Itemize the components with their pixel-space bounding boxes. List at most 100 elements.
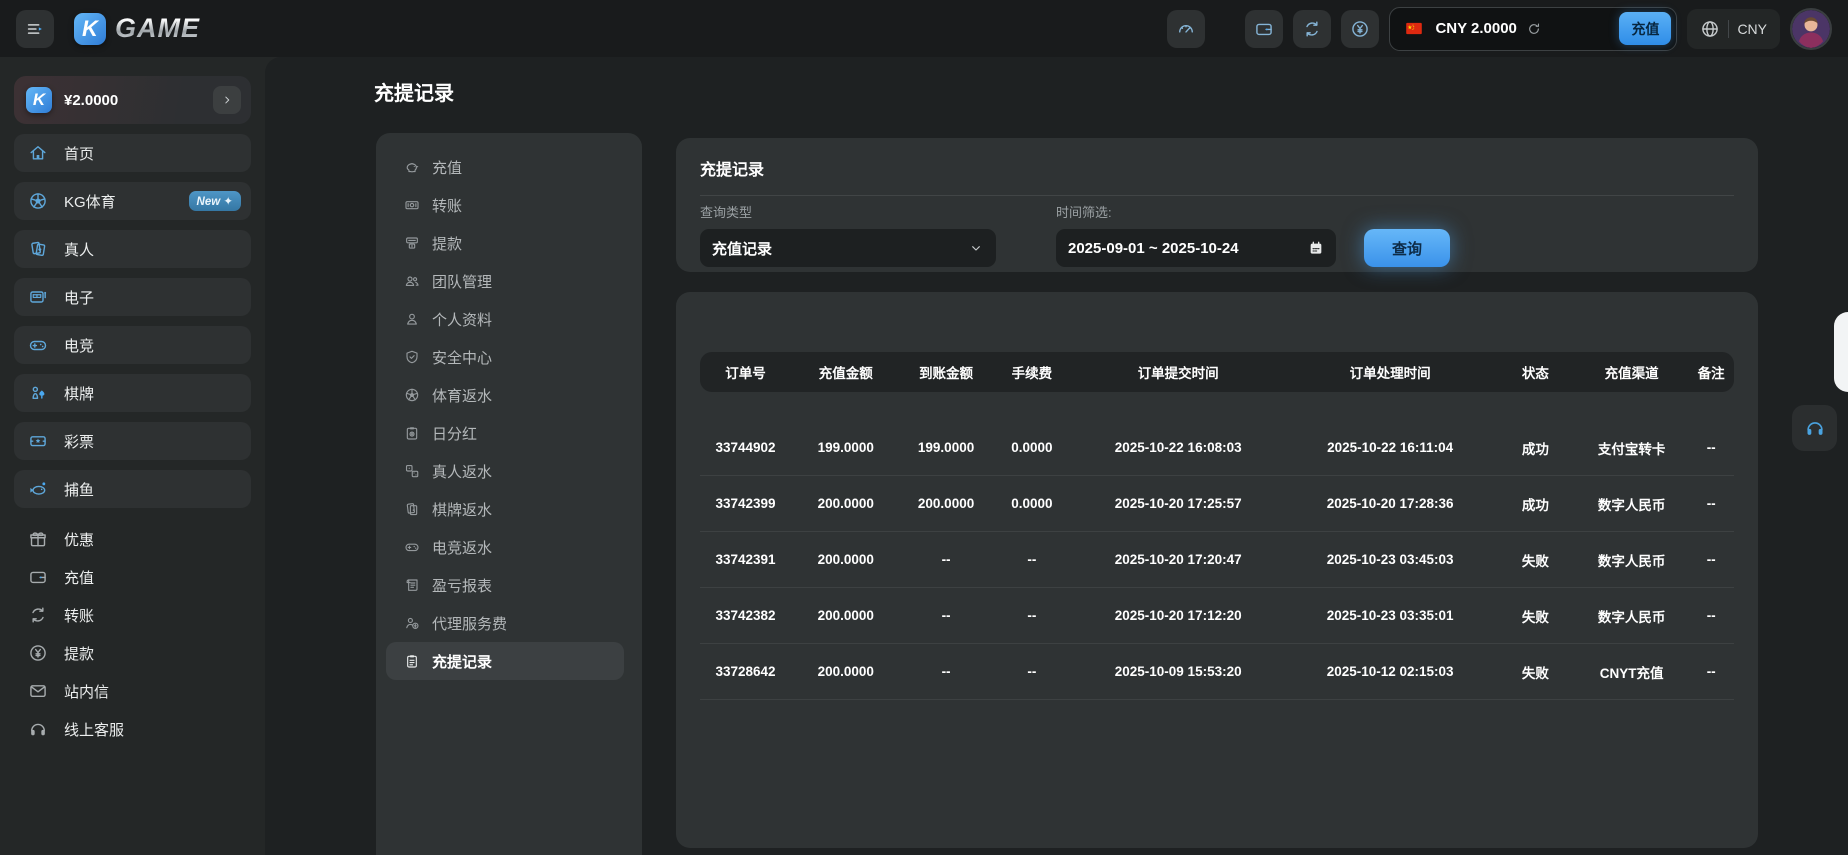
account-menu-item-security[interactable]: 安全中心 (376, 338, 642, 376)
sidebar-item-kg-sports[interactable]: KG体育New ✦ (14, 182, 251, 220)
wallet-quick-button[interactable] (1245, 10, 1283, 48)
sidebar-item-withdraw[interactable]: 提款 (14, 634, 251, 672)
currency-selector[interactable]: CNY 2.0000 充值 (1389, 7, 1677, 51)
cell-fee: -- (992, 552, 1073, 567)
menu-item-label: 棋牌返水 (432, 499, 492, 520)
sidebar-item-label: 提款 (64, 643, 94, 664)
clipboard-icon (404, 653, 420, 669)
sidebar-item-deposit[interactable]: 充值 (14, 558, 251, 596)
deposit-button[interactable]: 充值 (1619, 12, 1671, 45)
cell-received_amount: -- (901, 552, 992, 567)
page-title: 充提记录 (374, 77, 454, 106)
headset-icon (28, 719, 48, 739)
language-label: CNY (1737, 21, 1767, 37)
currency-balance: CNY 2.0000 (1435, 20, 1516, 37)
cell-deposit_amount: 200.0000 (791, 552, 901, 567)
account-menu-item-daily-dividend[interactable]: 日分红 (376, 414, 642, 452)
column-header-received_amount: 到账金额 (901, 362, 992, 382)
sidebar-item-esports[interactable]: 电竞 (14, 326, 251, 364)
menu-item-label: 充值 (432, 157, 462, 178)
account-menu-item-profile[interactable]: 个人资料 (376, 300, 642, 338)
sidebar-item-inbox[interactable]: 站内信 (14, 672, 251, 710)
sidebar: K ¥2.0000 首页 KG体育New ✦ 真人电子电竞棋牌彩票捕鱼 优惠充值转账… (0, 57, 265, 855)
wallet-card[interactable]: K ¥2.0000 (14, 76, 251, 124)
account-menu-item-live-rebate[interactable]: 真人返水 (376, 452, 642, 490)
slot-icon (28, 287, 48, 307)
account-menu-item-team[interactable]: 团队管理 (376, 262, 642, 300)
column-header-order_no: 订单号 (700, 362, 791, 382)
account-menu-item-withdraw[interactable]: 提款 (376, 224, 642, 262)
wallet-expand-button[interactable] (213, 86, 241, 114)
language-selector[interactable]: CNY (1687, 9, 1780, 49)
table-row: 33742382200.0000----2025-10-20 17:12:202… (700, 588, 1734, 644)
account-menu-item-chess-rebate[interactable]: 棋牌返水 (376, 490, 642, 528)
column-header-remark: 备注 (1688, 362, 1733, 382)
transfer-quick-button[interactable] (1293, 10, 1331, 48)
account-menu-item-esports-rebate[interactable]: 电竞返水 (376, 528, 642, 566)
calendar-icon (1308, 240, 1324, 256)
menu-toggle-button[interactable] (16, 10, 54, 48)
cell-submit_time: 2025-10-09 15:53:20 (1072, 664, 1284, 679)
support-fab-button[interactable] (1792, 405, 1837, 451)
time-filter-label: 时间筛选: (1056, 202, 1336, 221)
refresh-icon[interactable] (1526, 21, 1542, 37)
date-range-input[interactable]: 2025-09-01 ~ 2025-10-24 (1056, 229, 1336, 267)
account-menu-item-records[interactable]: 充提记录 (386, 642, 624, 680)
account-menu-item-deposit[interactable]: 充值 (376, 148, 642, 186)
side-drawer-handle[interactable] (1834, 312, 1848, 392)
mail-icon (28, 681, 48, 701)
sidebar-item-label: 彩票 (64, 431, 94, 452)
avatar[interactable] (1790, 8, 1832, 50)
scroll-icon (404, 577, 420, 593)
cell-deposit_amount: 200.0000 (791, 664, 901, 679)
cell-process_time: 2025-10-22 16:11:04 (1284, 440, 1496, 455)
sidebar-item-promo[interactable]: 优惠 (14, 520, 251, 558)
cell-fee: -- (992, 608, 1073, 623)
cell-deposit_amount: 200.0000 (791, 608, 901, 623)
chevron-down-icon (968, 240, 984, 256)
content-column: 充提记录 查询类型 充值记录 时间筛选: 2025-09-01 ~ 2025-1… (676, 138, 1758, 855)
cell-submit_time: 2025-10-22 16:08:03 (1072, 440, 1284, 455)
account-menu-item-transfer[interactable]: 转账 (376, 186, 642, 224)
transfer-icon (1302, 19, 1322, 39)
account-menu-item-agent-fee[interactable]: 代理服务费 (376, 604, 642, 642)
sidebar-item-label: 棋牌 (64, 383, 94, 404)
sidebar-item-label: 真人 (64, 239, 94, 260)
sidebar-item-slots[interactable]: 电子 (14, 278, 251, 316)
account-menu-item-pnl-report[interactable]: 盈亏报表 (376, 566, 642, 604)
column-header-fee: 手续费 (992, 362, 1073, 382)
wallet-icon (1254, 19, 1274, 39)
cell-received_amount: -- (901, 664, 992, 679)
sidebar-item-live[interactable]: 真人 (14, 230, 251, 268)
sidebar-item-label: 捕鱼 (64, 479, 94, 500)
gauge-quick-button[interactable] (1167, 10, 1205, 48)
sidebar-item-support[interactable]: 线上客服 (14, 710, 251, 748)
cell-remark: -- (1688, 664, 1733, 679)
account-menu-item-sports-rebate[interactable]: 体育返水 (376, 376, 642, 414)
cell-deposit_amount: 199.0000 (791, 440, 901, 455)
sidebar-item-home[interactable]: 首页 (14, 134, 251, 172)
withdraw-quick-button[interactable] (1341, 10, 1379, 48)
sidebar-item-lottery[interactable]: 彩票 (14, 422, 251, 460)
cell-remark: -- (1688, 608, 1733, 623)
cell-fee: 0.0000 (992, 496, 1073, 511)
brand-logo[interactable]: K GAME (74, 13, 200, 45)
fish-icon (28, 479, 48, 499)
sidebar-item-chess[interactable]: 棋牌 (14, 374, 251, 412)
soccer-icon (404, 387, 420, 403)
cell-order_no: 33744902 (700, 440, 791, 455)
menu-item-label: 真人返水 (432, 461, 492, 482)
cell-remark: -- (1688, 552, 1733, 567)
shield-icon (404, 349, 420, 365)
search-button[interactable]: 查询 (1364, 229, 1450, 267)
cell-submit_time: 2025-10-20 17:25:57 (1072, 496, 1284, 511)
cell-channel: 数字人民币 (1575, 494, 1689, 514)
cell-remark: -- (1688, 440, 1733, 455)
query-type-select[interactable]: 充值记录 (700, 229, 996, 267)
hamburger-icon (24, 18, 46, 40)
table-row: 33742391200.0000----2025-10-20 17:20:472… (700, 532, 1734, 588)
sidebar-item-transfer[interactable]: 转账 (14, 596, 251, 634)
sidebar-item-fishing[interactable]: 捕鱼 (14, 470, 251, 508)
cell-order_no: 33742382 (700, 608, 791, 623)
table-row: 33728642200.0000----2025-10-09 15:53:202… (700, 644, 1734, 700)
